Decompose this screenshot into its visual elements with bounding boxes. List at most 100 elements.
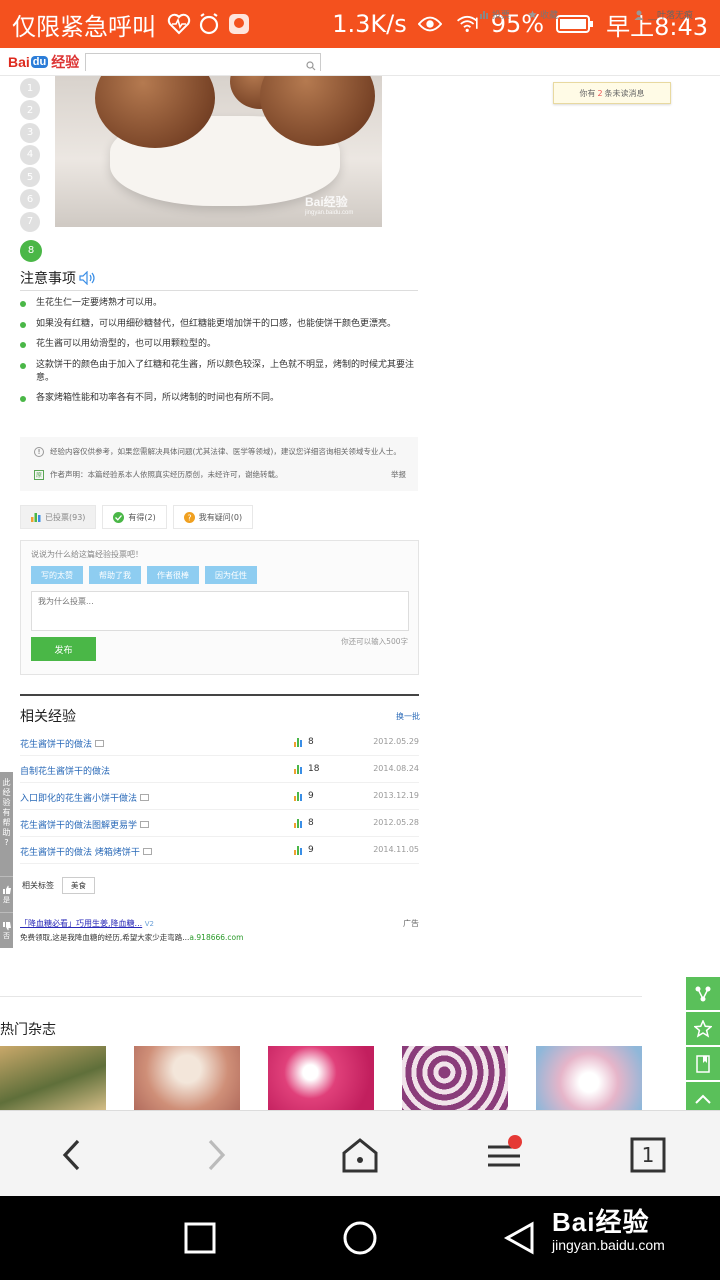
related-title-link[interactable]: 花生酱饼干的做法: [20, 737, 105, 750]
image-icon: [140, 821, 150, 828]
step-8-active[interactable]: 8: [20, 239, 42, 262]
note-item: 这款饼干的颜色由于加入了红糖和花生酱，所以颜色较深，上色就不明显，烤制的时候尤其…: [20, 359, 420, 385]
header-links: 投票 收藏: [480, 8, 558, 21]
forward-icon: [208, 1139, 226, 1171]
battery-icon: [555, 12, 595, 36]
browser-toolbar: 1: [0, 1110, 720, 1196]
recent-icon[interactable]: [182, 1220, 218, 1256]
right-float-toolbar: [686, 977, 720, 1117]
baidu-jingyan-logo[interactable]: Bai du 经验: [8, 52, 79, 72]
vote-reason-box: 说说为什么给这篇经验投票吧！ 写的太赞 帮助了我 作者很棒 因为任性 你还可以输…: [20, 540, 419, 675]
speaker-icon[interactable]: [79, 271, 97, 285]
jingyan-watermark: Bai经验 jingyan.baidu.com: [552, 1207, 665, 1253]
back-triangle-icon[interactable]: [502, 1220, 538, 1256]
divider: [0, 996, 642, 997]
related-row[interactable]: 入口即化的花生酱小饼干做法 9 2013.12.19: [20, 783, 419, 810]
status-bar: 仅限紧急呼叫 1.3K/s 95% 早上8:43: [0, 0, 720, 48]
user-icon: [634, 10, 644, 20]
notes-list: 生花生仁一定要烤熟才可以用。 如果没有红糖，可以用细砂糖替代，但红糖能更增加饼干…: [20, 297, 420, 413]
search-icon[interactable]: [306, 56, 316, 75]
related-row[interactable]: 花生酱饼干的做法图解更易学 8 2012.05.28: [20, 810, 419, 837]
image-icon: [95, 740, 105, 747]
ad-desc: 免费领取,这是我降血糖的经历,希望大家少走弯路...a.918666.com: [20, 933, 244, 942]
related-votes: 8: [294, 818, 314, 828]
image-icon: [140, 794, 150, 801]
step-1[interactable]: 1: [20, 78, 40, 98]
vote-reason-input[interactable]: [31, 591, 409, 631]
photo-watermark: Bai经验 jingyan.baidu.com: [305, 195, 354, 216]
check-circle-icon: [113, 511, 125, 523]
publish-button[interactable]: 发布: [31, 637, 96, 661]
thumb-up-button[interactable]: 是: [0, 876, 13, 912]
thumb-down-button[interactable]: 否: [0, 912, 13, 948]
top-arrow-icon: [695, 1094, 711, 1104]
reason-button[interactable]: 作者很棒: [147, 566, 199, 584]
reason-button[interactable]: 写的太赞: [31, 566, 83, 584]
reason-button[interactable]: 帮助了我: [89, 566, 141, 584]
ad-v-badge: V2: [144, 920, 154, 928]
unread-message-popup[interactable]: 你有 2 条未读消息: [553, 82, 671, 104]
step-5[interactable]: 5: [20, 167, 40, 188]
thumb-down-icon: [2, 921, 11, 930]
search-box: [85, 52, 322, 74]
user-link[interactable]: __叶落无痕: [634, 8, 693, 21]
refresh-related-link[interactable]: 换一批: [396, 711, 420, 722]
reason-button[interactable]: 因为任性: [205, 566, 257, 584]
home-button[interactable]: [340, 1135, 380, 1175]
magazine-thumb[interactable]: [134, 1046, 240, 1112]
app-root: 仅限紧急呼叫 1.3K/s 95% 早上8:43 Bai du 经验 投票 收藏 _…: [0, 0, 720, 1280]
report-link[interactable]: 举报: [391, 469, 406, 480]
note-item: 生花生仁一定要烤熟才可以用。: [20, 297, 420, 310]
bookmark-button[interactable]: [686, 1047, 720, 1080]
vote-link[interactable]: 投票: [480, 8, 510, 21]
step-7[interactable]: 7: [20, 211, 40, 232]
related-row[interactable]: 自制花生酱饼干的做法 18 2014.08.24: [20, 756, 419, 783]
forward-button[interactable]: [196, 1135, 236, 1175]
note-item: 如果没有红糖，可以用细砂糖替代，但红糖能更增加饼干的口感，也能使饼干颜色更漂亮。: [20, 318, 420, 331]
related-title-link[interactable]: 花生酱饼干的做法图解更易学: [20, 818, 150, 831]
tabs-button[interactable]: 1: [628, 1135, 668, 1175]
related-title-link[interactable]: 入口即化的花生酱小饼干做法: [20, 791, 150, 804]
star-outline-icon: [528, 10, 537, 19]
related-votes: 9: [294, 791, 314, 801]
related-title-link[interactable]: 自制花生酱饼干的做法: [20, 764, 110, 777]
magazine-thumb[interactable]: [268, 1046, 374, 1112]
bar-chart-icon: [294, 791, 302, 801]
heart-pulse-icon: [167, 12, 191, 36]
fav-link[interactable]: 收藏: [528, 8, 558, 21]
related-votes: 8: [294, 737, 314, 747]
back-button[interactable]: [52, 1135, 92, 1175]
related-row[interactable]: 花生酱饼干的做法 烤箱烤饼干 9 2014.11.05: [20, 837, 419, 864]
step-2[interactable]: 2: [20, 100, 40, 121]
tab-question[interactable]: ? 我有疑问(0): [172, 505, 254, 529]
magazine-thumb[interactable]: [536, 1046, 642, 1112]
share-button[interactable]: [686, 977, 720, 1010]
question-circle-icon: ?: [183, 511, 195, 523]
divider: [20, 290, 418, 291]
document-icon: 原: [34, 469, 44, 480]
search-input[interactable]: [86, 57, 321, 74]
ad-url: a.918666.com: [189, 933, 244, 942]
favorite-button[interactable]: [686, 1012, 720, 1045]
bar-chart-icon: [294, 845, 302, 855]
site-header: Bai du 经验: [0, 48, 720, 76]
hot-magazines-heading: 热门杂志: [0, 1022, 56, 1038]
image-icon: [142, 848, 152, 855]
step-6[interactable]: 6: [20, 189, 40, 210]
char-remaining: 你还可以输入500字: [341, 637, 408, 646]
menu-button[interactable]: [484, 1135, 524, 1175]
step-4[interactable]: 4: [20, 144, 40, 165]
tab-useful[interactable]: 有得(2): [102, 505, 167, 529]
step-3[interactable]: 3: [20, 122, 40, 143]
ad-title[interactable]: 「降血糖必看」巧用生姜,降血糖...: [20, 919, 142, 928]
magazine-thumb[interactable]: [402, 1046, 508, 1112]
magazine-thumb[interactable]: [0, 1046, 106, 1112]
tag-chip[interactable]: 美食: [62, 877, 95, 894]
related-row[interactable]: 花生酱饼干的做法 8 2012.05.29: [20, 729, 419, 756]
helpful-question: 此经验有帮助?: [2, 778, 11, 847]
ad-block[interactable]: 「降血糖必看」巧用生姜,降血糖... V2 免费领取,这是我降血糖的经历,希望大…: [20, 918, 419, 943]
tab-voted[interactable]: 已投票(93): [20, 505, 97, 529]
related-title-link[interactable]: 花生酱饼干的做法 烤箱烤饼干: [20, 845, 152, 858]
home-circle-icon[interactable]: [342, 1220, 378, 1256]
related-date: 2012.05.29: [373, 737, 419, 746]
